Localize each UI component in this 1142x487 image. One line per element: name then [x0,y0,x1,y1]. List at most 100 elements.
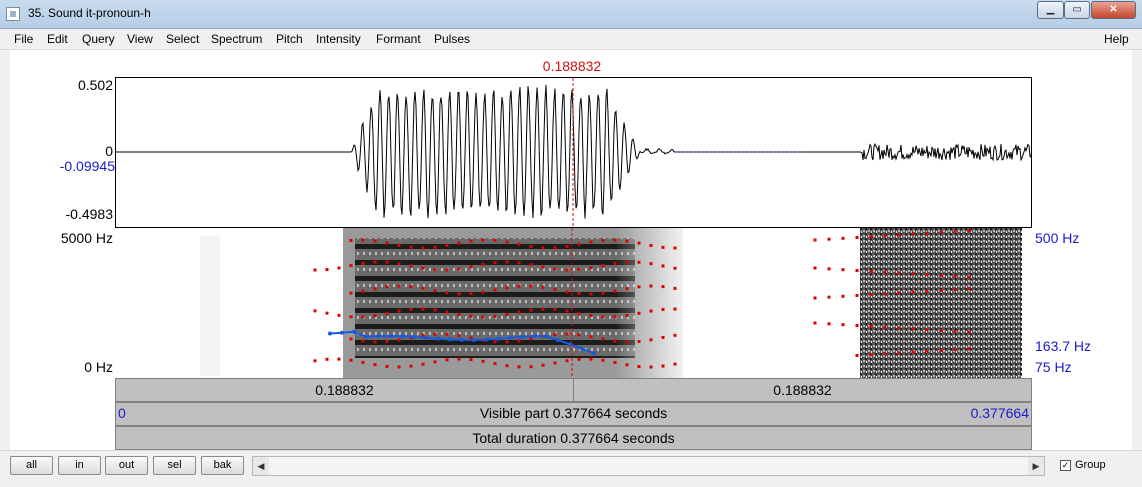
formant-point [457,292,461,296]
zoom-all-button[interactable]: all [10,456,53,475]
formant-point [541,246,545,250]
menu-query[interactable]: Query [82,32,115,46]
formant-point [565,244,569,248]
formant-point [577,292,581,296]
close-button[interactable]: ✕ [1091,1,1136,19]
formant-point [361,339,365,343]
pitch-current-label: 163.7 Hz [1035,338,1092,354]
formant-point [433,308,437,312]
waveform-zero-label: 0 [105,143,113,159]
formant-point [409,307,413,311]
formant-point [577,357,581,361]
spectrogram-vowel-fade [615,228,685,378]
formant-point [613,261,617,265]
zoom-out-button[interactable]: out [105,456,148,475]
formant-point [385,364,389,368]
formant-point [649,365,653,369]
formant-point [385,311,389,315]
formant-point [457,267,461,271]
scroll-left-arrow-icon[interactable]: ◀ [253,457,269,475]
formant-point [445,358,449,362]
zoom-sel-button[interactable]: sel [153,456,196,475]
spectrogram-fricative-region [860,228,1022,378]
menu-spectrum[interactable]: Spectrum [211,32,262,46]
waveform-panel[interactable] [115,77,1032,228]
formant-point [565,359,569,363]
formant-point [409,285,413,289]
formant-point [841,294,845,298]
selection-row: 0.188832 0.188832 [115,378,1032,402]
formant-point [673,286,677,290]
visible-part-label: Visible part 0.377664 seconds [479,405,668,421]
zoom-in-button[interactable]: in [58,456,101,475]
formant-point [457,357,461,361]
formant-point [661,264,665,268]
zoom-bak-button[interactable]: bak [201,456,244,475]
maximize-button[interactable]: ▭ [1064,1,1090,19]
menu-edit[interactable]: Edit [47,32,68,46]
selection-right-cell[interactable]: 0.188832 [574,379,1031,401]
formant-point [361,238,365,242]
formant-point [953,274,957,278]
formant-point [589,335,593,339]
formant-point [421,362,425,366]
waveform-min-label: -0.4983 [65,206,113,222]
menu-file[interactable]: File [14,32,33,46]
group-label: Group [1075,459,1106,471]
formant-point [445,332,449,336]
menu-formant[interactable]: Formant [376,32,421,46]
menu-help[interactable]: Help [1104,32,1129,46]
minimize-button[interactable]: ▁ [1037,1,1064,19]
formant-point [897,291,901,295]
pitch-point [436,336,440,341]
formant-point [457,334,461,338]
group-checkbox[interactable]: ✓ [1060,460,1071,471]
formant-point [421,266,425,270]
formant-point [577,311,581,315]
formant-point [325,311,329,315]
formant-point [565,268,569,272]
formant-point [529,337,533,341]
horizontal-scrollbar[interactable]: ◀ ▶ [252,456,1045,476]
formant-point [349,238,353,242]
formant-point [577,268,581,272]
pitch-point [544,334,548,339]
selection-left-cell[interactable]: 0.188832 [116,379,574,401]
formant-point [517,242,521,246]
formant-point [855,353,859,357]
menu-intensity[interactable]: Intensity [316,32,361,46]
pitch-point [364,334,368,339]
formant-point [529,365,533,369]
total-duration-row[interactable]: Total duration 0.377664 seconds [115,426,1032,450]
formant-point [911,327,915,331]
menu-pulses[interactable]: Pulses [434,32,470,46]
right-gutter [1132,50,1142,450]
formant-point [529,284,533,288]
menu-pitch[interactable]: Pitch [276,32,303,46]
pitch-point [328,331,332,336]
formant-point [469,265,473,269]
pitch-point [508,335,512,340]
formant-point [529,263,533,267]
formant-point [349,264,353,268]
formant-point [589,313,593,317]
cursor-time-label: 0.188832 [542,58,602,74]
menu-select[interactable]: Select [166,32,199,46]
formant-point [325,268,329,272]
visible-part-row[interactable]: 0 Visible part 0.377664 seconds 0.377664 [115,402,1032,426]
formant-point [897,351,901,355]
formant-point [925,273,929,277]
scroll-right-arrow-icon[interactable]: ▶ [1028,457,1044,475]
formant-point [469,292,473,296]
menu-view[interactable]: View [127,32,153,46]
pitch-point [424,335,428,340]
formant-point [445,268,449,272]
formant-point [433,289,437,293]
spectrogram-panel[interactable] [115,228,1032,378]
formant-point [397,243,401,247]
left-gutter [0,50,10,450]
formant-point [433,245,437,249]
formant-point [493,238,497,242]
formant-point [883,270,887,274]
formant-point [883,292,887,296]
